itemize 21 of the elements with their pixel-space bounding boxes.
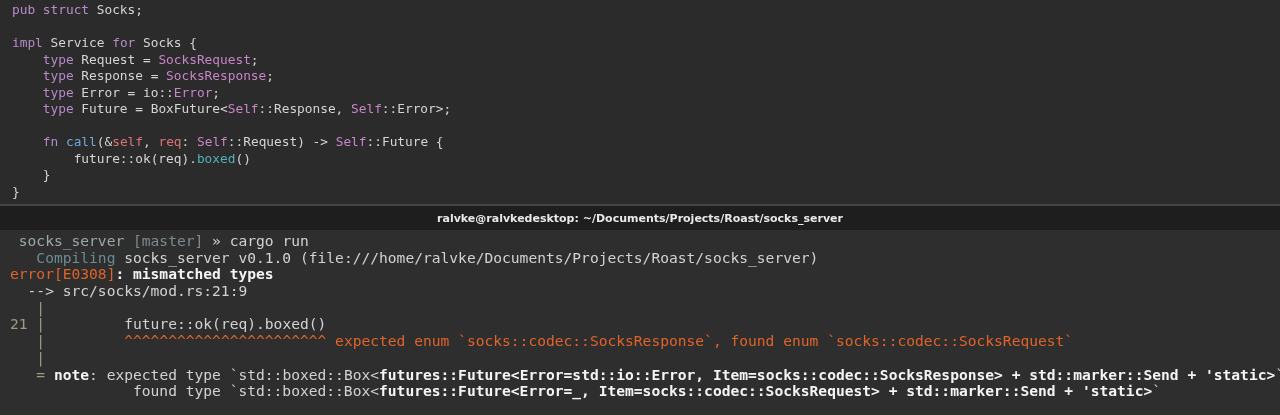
code-line: type Error = io::Error; xyxy=(41,84,221,101)
code-line: pub struct Socks; xyxy=(12,2,143,19)
terminal-line: | xyxy=(35,349,46,367)
code-line: } xyxy=(12,183,20,200)
terminal-line: --> src/socks/mod.rs:21:9 xyxy=(26,283,248,300)
code-line: type Future = BoxFuture<Self::Response, Self::Error>; xyxy=(41,101,452,118)
code-line: type Response = SocksResponse; xyxy=(41,68,274,85)
code-line: fn call(&self, req: Self::Request) -> Self::Future { xyxy=(41,134,444,151)
code-line: } xyxy=(41,167,51,184)
window-title: ralvke@ralvkedesktop: ~/Documents/Projects/Roast/socks_server xyxy=(437,211,843,225)
terminal-line: | xyxy=(35,299,46,317)
code-line: type Request = SocksRequest; xyxy=(41,51,259,68)
terminal-line: = note: expected type `std::boxed::Box<futures::Future<Error=std::io::Error, Item=socks::codec::SocksResponse> + std::marker::Send + 'static>` xyxy=(35,366,1280,384)
terminal-line: 21 | future::ok(req).boxed() xyxy=(10,316,327,334)
terminal-line: | ^^^^^^^^^^^^^^^^^^^^^^^ expected enum `socks::codec::SocksResponse`, found enum `socks::codec::SocksRequest` xyxy=(35,333,1074,350)
terminal-line: socks_server [master] » cargo run xyxy=(17,233,309,250)
terminal-line: Compiling socks_server v0.1.0 (file:///home/ralvke/Documents/Projects/Roast/socks_server) xyxy=(36,249,819,267)
code-line: impl Service for Socks { xyxy=(12,35,197,52)
terminal-line: error[E0308]: mismatched types xyxy=(10,266,274,284)
code-line: future::ok(req).boxed() xyxy=(72,150,251,167)
terminal-line: found type `std::boxed::Box<futures::Future<Error=_, Item=socks::codec::SocksRequest> + std::marker::Send + 'static>` xyxy=(133,383,1161,400)
